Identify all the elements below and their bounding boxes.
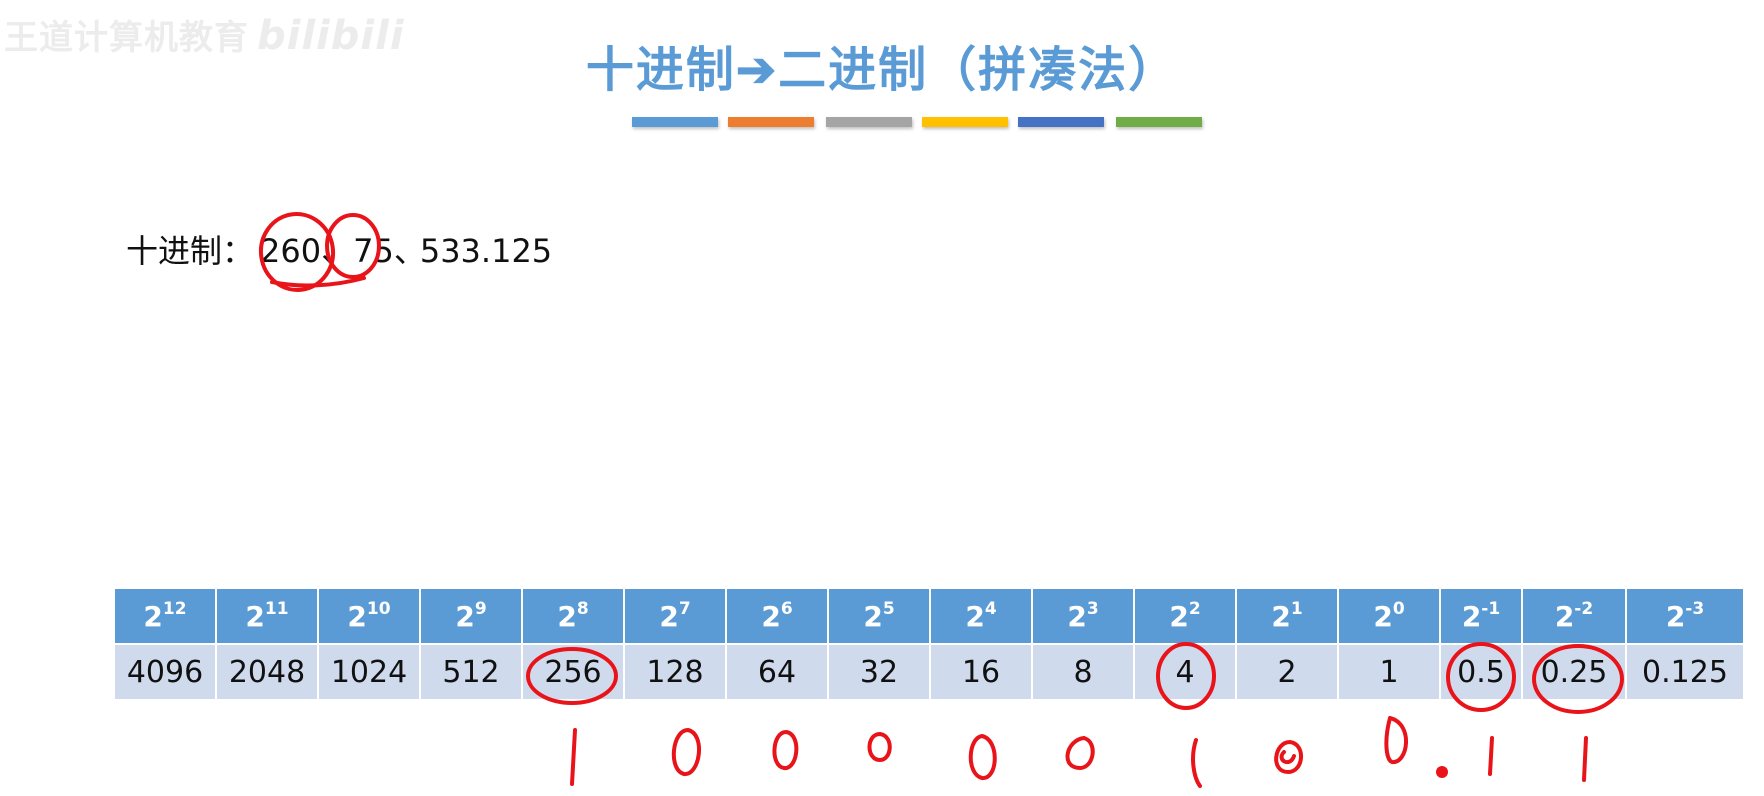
value-cell: 1 [1337, 643, 1441, 701]
ink-underline [270, 276, 366, 288]
color-bar [1018, 117, 1104, 127]
value-cell: 128 [623, 643, 727, 701]
decimal-examples: 十进制： 260、75、533.125 [126, 226, 552, 272]
decimal-number-533-125: 533.125 [419, 232, 553, 270]
slide-title: 十进制➔二进制（拼凑法） [585, 42, 1179, 98]
value-cell: 1024 [317, 643, 421, 701]
value-cell: 8 [1031, 643, 1135, 701]
header-cell: 212 [113, 587, 217, 645]
header-cell: 210 [317, 587, 421, 645]
value-cell: 0.25 [1521, 643, 1627, 701]
header-cell: 20 [1337, 587, 1441, 645]
header-cell: 2-2 [1521, 587, 1627, 645]
ink-digit [1582, 736, 1588, 782]
value-cell: 32 [827, 643, 931, 701]
separator: 、 [393, 232, 426, 270]
header-cell: 21 [1235, 587, 1339, 645]
ink-digit [968, 734, 997, 780]
value-cell: 64 [725, 643, 829, 701]
ink-decimal-point [1436, 766, 1448, 778]
ink-digit [1384, 716, 1408, 764]
value-cell: 2 [1235, 643, 1339, 701]
ink-digit [1274, 740, 1303, 774]
value-row: 4096 2048 1024 512 256 128 64 32 16 8 4 … [113, 643, 1745, 701]
value-cell: 4 [1133, 643, 1237, 701]
color-bar [922, 117, 1008, 127]
header-cell: 2-3 [1625, 587, 1745, 645]
color-bar [1116, 117, 1202, 127]
ink-digit [570, 728, 577, 786]
decimal-number-260: 260 [260, 232, 322, 270]
value-cell: 512 [419, 643, 523, 701]
header-cell: 23 [1031, 587, 1135, 645]
header-cell: 26 [725, 587, 829, 645]
header-cell: 29 [419, 587, 523, 645]
ink-digit [1191, 738, 1202, 788]
value-cell: 0.125 [1625, 643, 1745, 701]
ink-digit [772, 730, 799, 770]
exponent-header-row: 212 211 210 29 28 27 26 25 24 23 22 21 2… [113, 587, 1745, 645]
value-cell: 2048 [215, 643, 319, 701]
color-bar [826, 117, 912, 127]
value-cell: 16 [929, 643, 1033, 701]
color-bar [632, 117, 718, 127]
header-cell: 28 [521, 587, 625, 645]
value-cell: 0.5 [1439, 643, 1523, 701]
separator: 、 [321, 232, 354, 270]
header-cell: 2-1 [1439, 587, 1523, 645]
header-cell: 22 [1133, 587, 1237, 645]
ink-digit [1065, 736, 1095, 770]
header-cell: 211 [215, 587, 319, 645]
decimal-label: 十进制： [126, 232, 255, 270]
ink-digit [867, 732, 892, 762]
value-cell: 4096 [113, 643, 217, 701]
value-cell: 256 [521, 643, 625, 701]
header-cell: 25 [827, 587, 931, 645]
powers-of-two-table: 212 211 210 29 28 27 26 25 24 23 22 21 2… [113, 587, 1745, 701]
ink-digit [671, 728, 702, 776]
color-bar [728, 117, 814, 127]
header-cell: 24 [929, 587, 1033, 645]
header-cell: 27 [623, 587, 727, 645]
decimal-number-75: 75 [353, 232, 394, 270]
ink-digit [1488, 736, 1494, 776]
